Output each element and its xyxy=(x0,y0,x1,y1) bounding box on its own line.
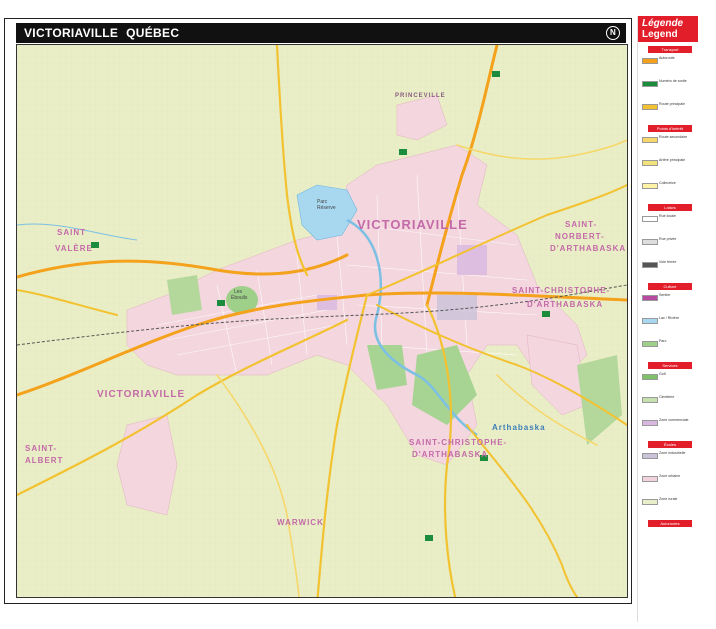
legend-label: Lac / Rivière xyxy=(659,316,679,320)
legend-row: Rue locale xyxy=(642,214,696,222)
legend-swatch xyxy=(642,58,658,64)
legend-label: Zone rurale xyxy=(659,497,678,501)
legend-label: Sentier xyxy=(659,293,671,297)
legend-row: Lac / Rivière xyxy=(642,316,696,324)
legend-panel: Légende Legend Transport Autoroute Numéro … xyxy=(637,16,698,622)
label-darthabaska-north: D'ARTHABASKA xyxy=(550,244,626,253)
legend-row: Collectrice xyxy=(642,181,696,189)
map-title-city: VICTORIAVILLE xyxy=(24,26,119,40)
legend-row: Zone urbaine xyxy=(642,474,696,482)
label-darthabaska-east: D'ARTHABASKA xyxy=(527,300,603,309)
legend-label: Zone commerciale xyxy=(659,418,689,422)
label-reserve: Réserve xyxy=(317,205,336,211)
urban-area-saint-albert xyxy=(116,414,178,516)
legend-swatch xyxy=(642,420,658,426)
legend-swatch xyxy=(642,216,658,222)
legend-row: Zone industrielle xyxy=(642,451,696,459)
legend-swatch xyxy=(642,104,658,110)
legend-row: Parc xyxy=(642,339,696,347)
legend-swatch xyxy=(642,341,658,347)
legend-swatch xyxy=(642,318,658,324)
legend-row: Sentier xyxy=(642,293,696,301)
legend-section: Services xyxy=(648,362,692,369)
legend-swatch xyxy=(642,476,658,482)
label-victoriaville-center: VICTORIAVILLE xyxy=(357,217,468,232)
legend-label: Rue privée xyxy=(659,237,677,241)
legend-label: Numéro de sortie xyxy=(659,79,687,83)
legend-label: Voie ferrée xyxy=(659,260,677,264)
legend-label: Route secondaire xyxy=(659,135,688,139)
legend-row: Autoroute xyxy=(642,56,696,64)
legend-title-fr: Légende xyxy=(642,18,684,29)
legend-section: Autoroutes xyxy=(648,520,692,527)
label-albert: ALBERT xyxy=(25,456,63,465)
label-saint-christophe-east: SAINT-CHRISTOPHE- xyxy=(512,286,610,295)
legend-row: Cimetière xyxy=(642,395,696,403)
legend-swatch xyxy=(642,397,658,403)
label-saint-albert: SAINT- xyxy=(25,444,57,453)
label-saint-norbert-2: NORBERT- xyxy=(555,232,605,241)
legend-swatch xyxy=(642,183,658,189)
title-bar: VICTORIAVILLE QUÉBEC N xyxy=(16,23,626,43)
legend-section: Culture xyxy=(648,283,692,290)
legend-label: Route principale xyxy=(659,102,685,106)
legend-header: Légende Legend xyxy=(638,16,698,42)
label-darthabaska-south: D'ARTHABASKA xyxy=(412,450,488,459)
legend-title-en: Legend xyxy=(642,29,678,40)
park-west xyxy=(167,275,202,315)
label-saint: SAINT xyxy=(57,228,86,237)
legend-label: Cimetière xyxy=(659,395,675,399)
label-ebouils: Ébouils xyxy=(231,294,248,301)
legend-swatch xyxy=(642,160,658,166)
legend-section: Écoles xyxy=(648,441,692,448)
label-princeville: PRINCEVILLE xyxy=(395,93,446,99)
legend-swatch xyxy=(642,239,658,245)
label-valere: VALÈRE xyxy=(55,244,93,253)
legend-label: Rue locale xyxy=(659,214,676,218)
label-warwick: WARWICK xyxy=(277,518,324,527)
legend-section: Points d'intérêt xyxy=(648,125,692,132)
legend-swatch xyxy=(642,295,658,301)
legend-label: Zone industrielle xyxy=(659,451,686,455)
legend-label: Artère principale xyxy=(659,158,686,162)
legend-swatch xyxy=(642,499,658,505)
legend-row: Voie ferrée xyxy=(642,260,696,268)
label-saint-christophe-south: SAINT-CHRISTOPHE- xyxy=(409,438,507,447)
legend-row: Artère principale xyxy=(642,158,696,166)
legend-swatch xyxy=(642,453,658,459)
legend-swatch xyxy=(642,374,658,380)
legend-row: Golf xyxy=(642,372,696,380)
legend-label: Zone urbaine xyxy=(659,474,681,478)
legend-row: Zone commerciale xyxy=(642,418,696,426)
legend-section: Transport xyxy=(648,46,692,53)
legend-row: Rue privée xyxy=(642,237,696,245)
label-arthabaska: Arthabaska xyxy=(492,423,546,432)
legend-label: Parc xyxy=(659,339,667,343)
legend-section: Loisirs xyxy=(648,204,692,211)
map-svg[interactable]: VICTORIAVILLE VICTORIAVILLE PRINCEVILLE … xyxy=(17,45,627,597)
legend-row: Zone rurale xyxy=(642,497,696,505)
label-victoriaville-west: VICTORIAVILLE xyxy=(97,389,185,400)
legend-label: Autoroute xyxy=(659,56,675,60)
north-arrow-icon: N xyxy=(606,26,620,40)
legend-row: Numéro de sortie xyxy=(642,79,696,87)
map-canvas[interactable]: VICTORIAVILLE VICTORIAVILLE PRINCEVILLE … xyxy=(16,44,628,598)
legend-row: Route principale xyxy=(642,102,696,110)
legend-swatch xyxy=(642,137,658,143)
legend-swatch xyxy=(642,81,658,87)
map-title-province: QUÉBEC xyxy=(126,26,180,40)
legend-swatch xyxy=(642,262,658,268)
legend-label: Collectrice xyxy=(659,181,676,185)
legend-label: Golf xyxy=(659,372,666,376)
label-saint-norbert: SAINT- xyxy=(565,220,597,229)
legend-row: Route secondaire xyxy=(642,135,696,143)
